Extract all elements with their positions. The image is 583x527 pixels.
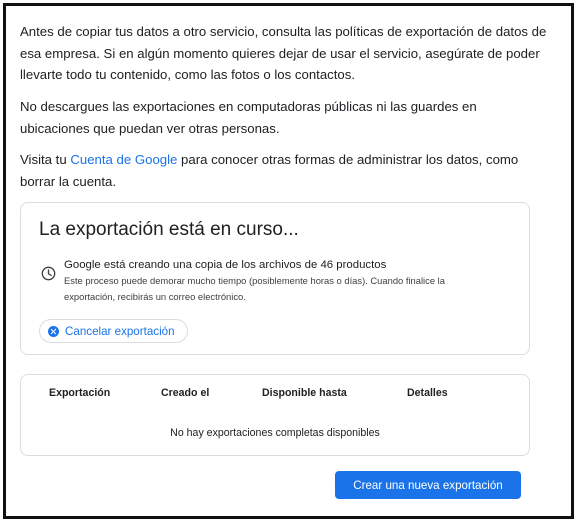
intro-paragraph-account: Visita tu Cuenta de Google para conocer … (20, 149, 550, 192)
export-status-detail: Este proceso puede demorar mucho tiempo … (64, 275, 445, 302)
export-progress-card: La exportación está en curso... Google e… (20, 202, 530, 355)
page-frame: Antes de copiar tus datos a otro servici… (3, 3, 574, 519)
cancel-export-button[interactable]: Cancelar exportación (39, 319, 188, 343)
column-header-export: Exportación (49, 387, 111, 399)
export-progress-title: La exportación está en curso... (39, 219, 299, 240)
cancel-export-label: Cancelar exportación (65, 324, 175, 338)
intro-paragraph-policies: Antes de copiar tus datos a otro servici… (20, 24, 547, 82)
column-header-details: Detalles (407, 387, 448, 399)
create-new-export-button[interactable]: Crear una nueva exportación (335, 471, 521, 499)
empty-table-message: No hay exportaciones completas disponibl… (170, 427, 380, 439)
google-account-link[interactable]: Cuenta de Google (70, 152, 177, 167)
account-text-before: Visita tu (20, 152, 71, 167)
cancel-circle-icon (48, 325, 59, 337)
export-status-main: Google está creando una copia de los arc… (64, 259, 387, 271)
exports-table: Exportación Creado el Disponible hasta D… (20, 374, 530, 456)
intro-paragraph-public-computers: No descargues las exportaciones en compu… (20, 99, 477, 136)
clock-icon (41, 266, 56, 281)
column-header-available-until: Disponible hasta (262, 387, 347, 399)
column-header-created: Creado el (161, 387, 210, 399)
